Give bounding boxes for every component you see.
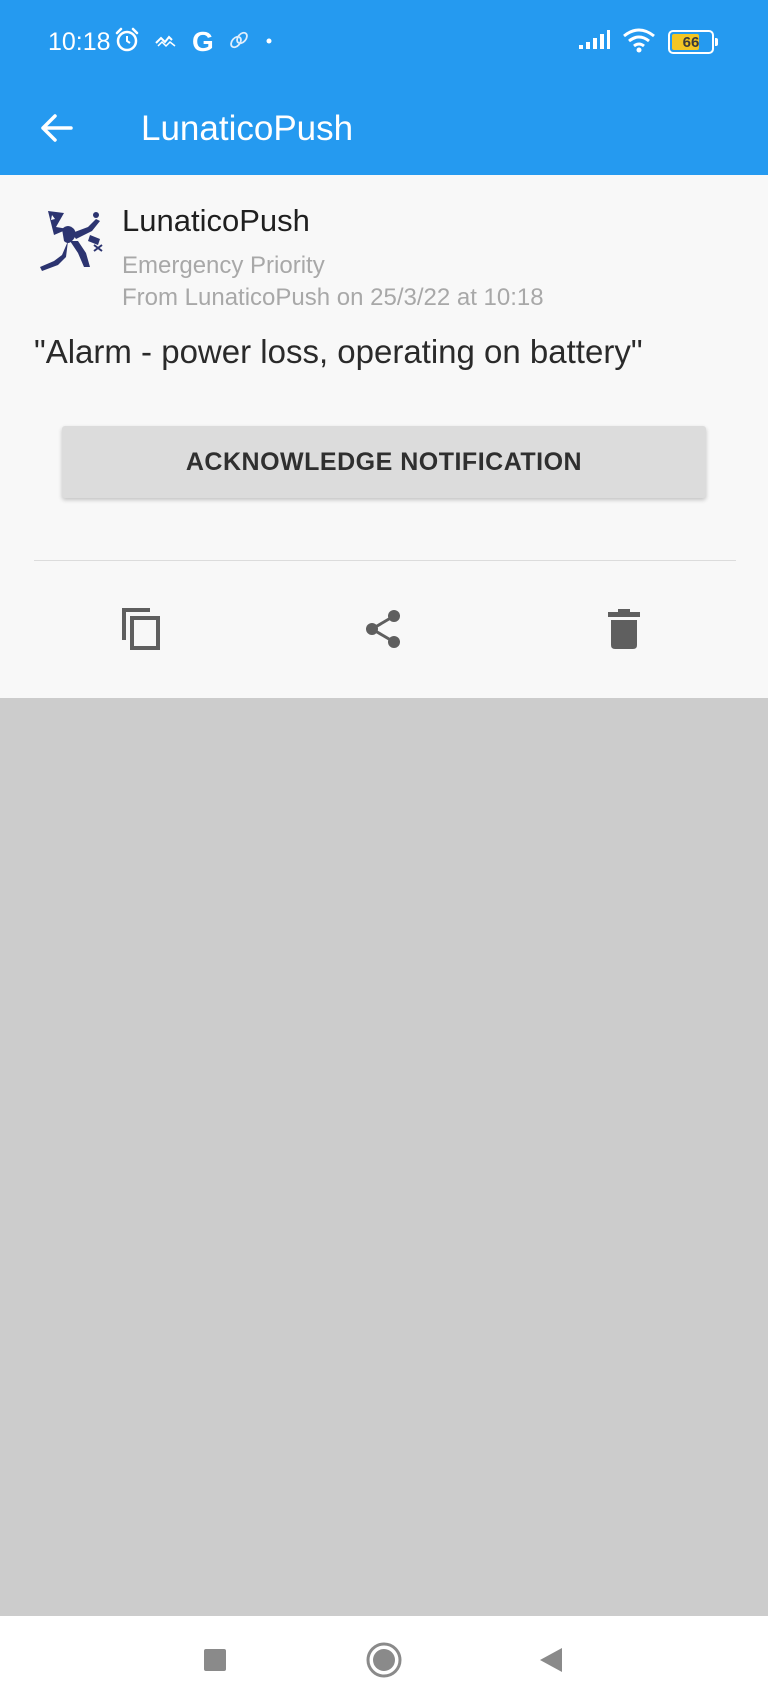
copy-icon: [120, 606, 164, 657]
share-icon: [363, 609, 403, 654]
back-button[interactable]: [26, 100, 86, 160]
nav-home-button[interactable]: [352, 1630, 416, 1694]
delete-button[interactable]: [596, 603, 652, 659]
status-right-icons: 66: [578, 26, 718, 58]
app-logo: [34, 205, 104, 275]
arrow-left-icon: [39, 113, 73, 148]
notification-card: LunaticoPush Emergency Priority From Lun…: [0, 175, 768, 698]
status-left-icons: G: [114, 26, 274, 58]
notification-message: "Alarm - power loss, operating on batter…: [34, 333, 643, 370]
status-time: 10:18: [48, 28, 111, 56]
signal-icon: [578, 29, 610, 55]
notification-app-name: LunaticoPush: [122, 203, 310, 238]
google-icon: G: [192, 26, 214, 57]
home-icon: [365, 1641, 403, 1684]
dot-icon: [264, 33, 274, 51]
notification-priority: Emergency Priority: [122, 252, 325, 279]
app-bar: 10:18 G 66 LunaticoPush: [0, 0, 768, 175]
wifi-icon: [622, 27, 656, 58]
battery-icon: 66: [668, 30, 718, 54]
navigation-bar: [0, 1616, 768, 1708]
divider: [34, 560, 736, 561]
back-icon: [538, 1646, 564, 1679]
link-icon: [228, 29, 250, 56]
page-title: LunaticoPush: [141, 109, 354, 148]
recents-icon: [203, 1648, 227, 1677]
share-button[interactable]: [355, 603, 411, 659]
acknowledge-notification-button[interactable]: ACKNOWLEDGE NOTIFICATION: [62, 426, 706, 498]
status-bar: 10:18 G 66: [0, 0, 768, 88]
copy-button[interactable]: [114, 603, 170, 659]
activity-icon: [154, 30, 178, 55]
battery-level: 66: [682, 33, 700, 51]
toolbar: LunaticoPush: [0, 88, 768, 175]
nav-back-button[interactable]: [519, 1630, 583, 1694]
delete-icon: [608, 608, 640, 654]
alarm-icon: [114, 27, 140, 58]
notification-from-line: From LunaticoPush on 25/3/22 at 10:18: [122, 284, 544, 311]
nav-recents-button[interactable]: [183, 1630, 247, 1694]
